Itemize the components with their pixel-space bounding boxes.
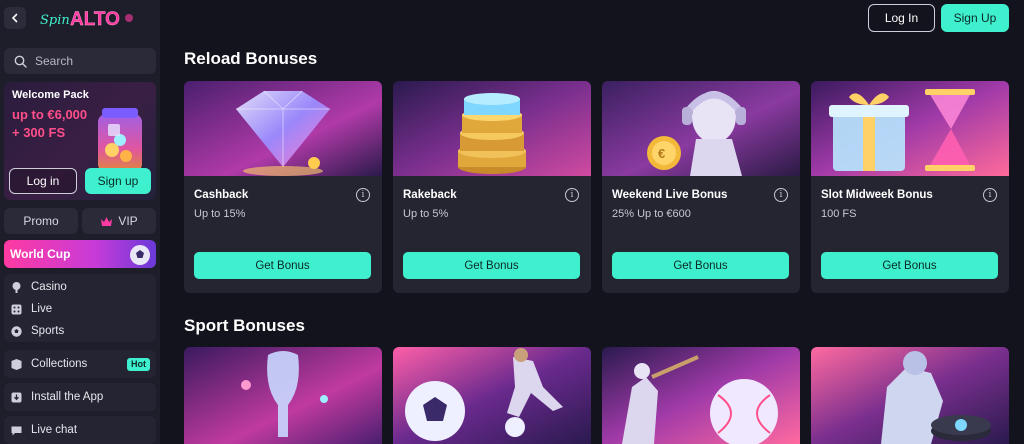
search-icon	[14, 55, 27, 68]
live-chat-label: Live chat	[31, 424, 78, 436]
svg-text:Spin: Spin	[40, 13, 70, 28]
info-icon[interactable]: i	[774, 188, 788, 202]
promo-vip-row: Promo VIP	[4, 208, 156, 234]
promo-button[interactable]: Promo	[4, 208, 78, 234]
collapse-sidebar-button[interactable]	[4, 7, 26, 29]
nav-label: Casino	[31, 281, 67, 293]
collections-icon	[11, 358, 22, 370]
vip-button[interactable]: VIP	[82, 208, 156, 234]
collections-button[interactable]: Collections Hot	[4, 350, 156, 378]
bonus-card-slot-midweek: Slot Midweek Bonus i 100 FS Get Bonus	[811, 81, 1009, 293]
football-player-image	[393, 347, 591, 444]
sports-ball-icon	[11, 325, 22, 337]
header-login-button[interactable]: Log In	[868, 4, 935, 32]
chat-icon	[11, 426, 22, 435]
nav-item-casino[interactable]: Casino	[4, 276, 156, 298]
install-app-label: Install the App	[31, 391, 104, 403]
welcome-signup-button[interactable]: Sign up	[85, 168, 151, 194]
bonus-card-title: Rakeback	[403, 189, 457, 201]
sport-bonuses-title: Sport Bonuses	[184, 316, 305, 335]
hockey-player-image	[811, 347, 1009, 444]
install-app-button[interactable]: Install the App	[4, 383, 156, 411]
welcome-login-button[interactable]: Log in	[9, 168, 77, 194]
sport-bonus-card-hockey[interactable]	[811, 347, 1009, 444]
live-icon	[11, 304, 22, 314]
live-chat-button[interactable]: Live chat	[4, 416, 156, 444]
sidebar: Spin ALTO Search Welcome Pack up to €6,0…	[0, 0, 160, 444]
nav-label: Sports	[31, 325, 65, 337]
welcome-title: Welcome Pack	[12, 89, 89, 101]
reload-bonuses-title: Reload Bonuses	[184, 49, 318, 68]
sidebar-header: Spin ALTO	[0, 0, 160, 40]
collections-label: Collections	[31, 358, 88, 370]
sport-bonus-card-trophy[interactable]	[184, 347, 382, 444]
bonus-card-weekend-live: € Weekend Live Bonus i 25% Up to €600 Ge…	[602, 81, 800, 293]
cashback-diamond-image	[184, 81, 382, 176]
welcome-jar-image	[98, 108, 142, 172]
world-cup-banner[interactable]: World Cup	[4, 240, 156, 268]
casino-icon	[12, 281, 21, 293]
bonus-card-title: Weekend Live Bonus	[612, 189, 728, 201]
main-nav: Casino Live Sports	[4, 274, 156, 342]
download-icon	[11, 392, 22, 402]
bonus-card-rakeback: Rakeback i Up to 5% Get Bonus	[393, 81, 591, 293]
nav-item-sports[interactable]: Sports	[4, 320, 156, 342]
welcome-amount: up to €6,000	[12, 107, 88, 122]
spinalto-logo[interactable]: Spin ALTO	[40, 4, 144, 32]
hot-badge: Hot	[127, 358, 150, 371]
bonus-card-subtitle: Up to 5%	[403, 208, 449, 220]
crown-icon	[101, 216, 113, 226]
get-bonus-button[interactable]: Get Bonus	[403, 252, 580, 279]
get-bonus-button[interactable]: Get Bonus	[821, 252, 998, 279]
soccer-ball-icon	[130, 245, 150, 265]
svg-text:ALTO: ALTO	[70, 9, 120, 30]
svg-text:€: €	[658, 146, 665, 161]
info-icon[interactable]: i	[356, 188, 370, 202]
bonus-card-subtitle: 25% Up to €600	[612, 208, 691, 220]
vip-label: VIP	[118, 214, 138, 228]
bonus-card-title: Slot Midweek Bonus	[821, 189, 933, 201]
slot-midweek-gift-image	[811, 81, 1009, 176]
get-bonus-button[interactable]: Get Bonus	[612, 252, 789, 279]
info-icon[interactable]: i	[983, 188, 997, 202]
bonus-card-subtitle: Up to 15%	[194, 208, 246, 220]
nav-item-live[interactable]: Live	[4, 298, 156, 320]
sport-bonus-card-football[interactable]	[393, 347, 591, 444]
baseball-player-image	[602, 347, 800, 444]
chevron-left-icon	[11, 13, 18, 23]
bonus-card-subtitle: 100 FS	[821, 208, 857, 220]
weekend-live-statue-image: €	[602, 81, 800, 176]
bonus-card-cashback: Cashback i Up to 15% Get Bonus	[184, 81, 382, 293]
world-cup-label: World Cup	[10, 247, 71, 261]
search-placeholder: Search	[35, 54, 74, 68]
rakeback-coins-image	[393, 81, 591, 176]
bonus-card-title: Cashback	[194, 189, 249, 201]
nav-label: Live	[31, 303, 53, 315]
info-icon[interactable]: i	[565, 188, 579, 202]
header-signup-button[interactable]: Sign Up	[941, 4, 1009, 32]
get-bonus-button[interactable]: Get Bonus	[194, 252, 371, 279]
trophy-image	[184, 347, 382, 444]
welcome-pack-banner[interactable]: Welcome Pack up to €6,000 + 300 FS Log i…	[4, 82, 156, 200]
sport-bonus-card-baseball[interactable]	[602, 347, 800, 444]
welcome-free-spins: + 300 FS	[12, 125, 66, 140]
search-input[interactable]: Search	[4, 48, 156, 74]
